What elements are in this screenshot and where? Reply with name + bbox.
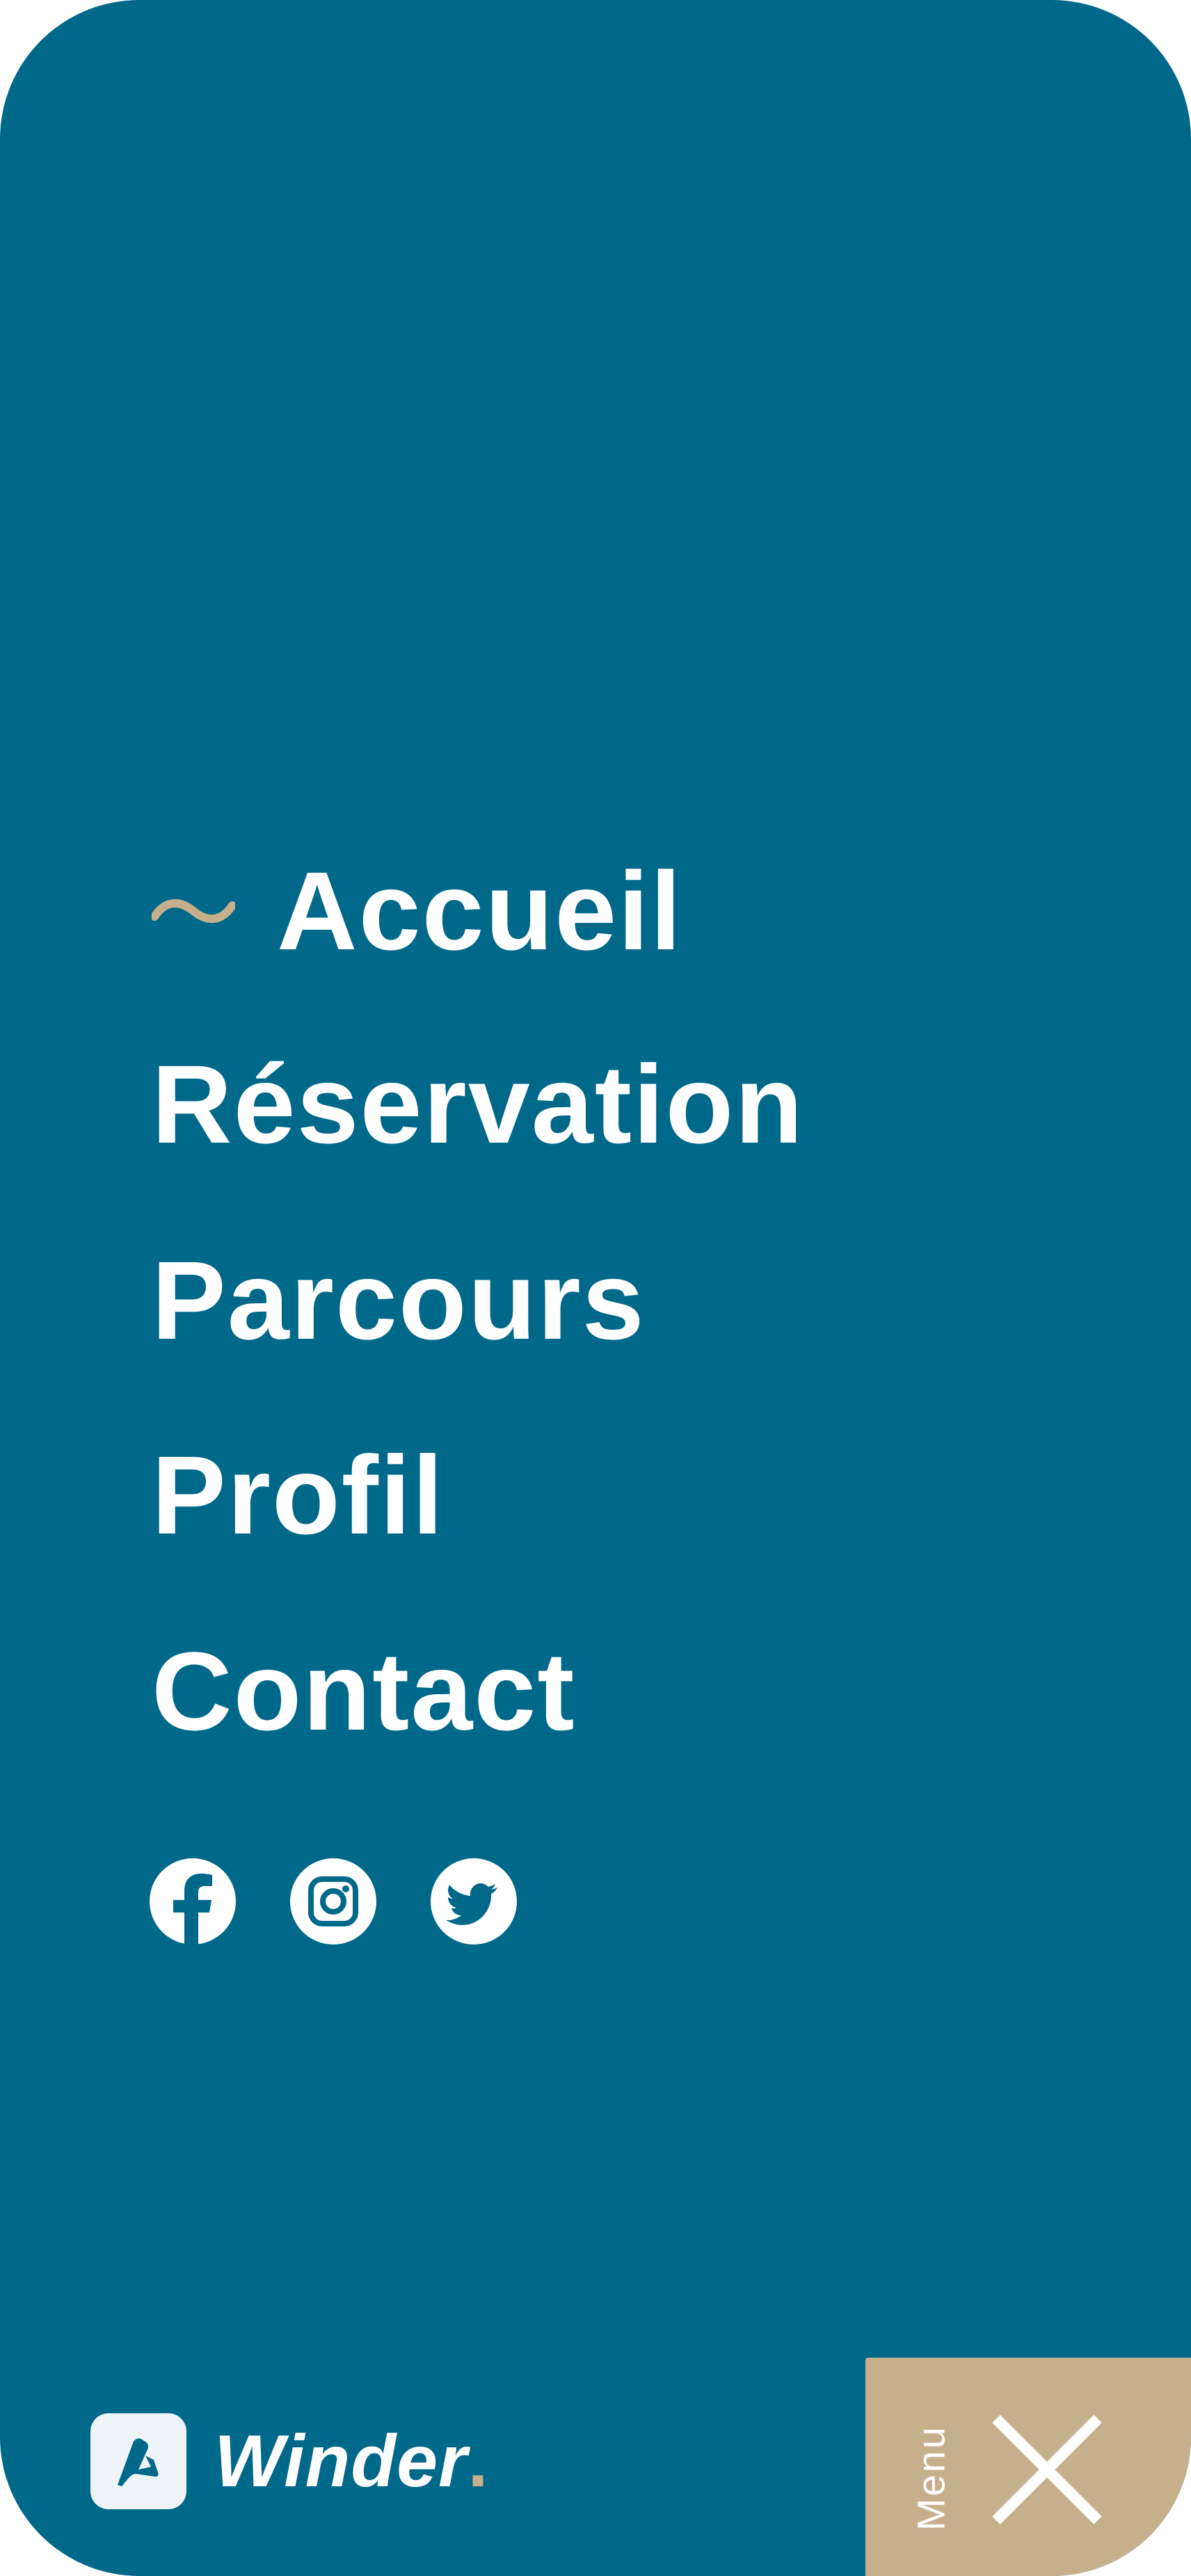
nav-item-label: Contact [152, 1629, 576, 1753]
active-wave-icon [152, 899, 235, 924]
nav-item-label: Réservation [152, 1042, 804, 1166]
instagram-icon[interactable] [290, 1858, 376, 1945]
nav-item-parcours[interactable]: Parcours [152, 1245, 646, 1356]
menu-screen: Accueil Réservation Parcours Profil Cont… [0, 0, 1191, 2576]
menu-label: Menu [909, 2424, 953, 2531]
nav-item-label: Accueil [277, 848, 683, 973]
nav-item-label: Profil [152, 1433, 445, 1557]
social-links [150, 1858, 517, 1945]
brand-logo[interactable]: Winder. [90, 2413, 489, 2509]
nav-item-profil[interactable]: Profil [152, 1440, 445, 1551]
nav-item-contact[interactable]: Contact [152, 1636, 576, 1747]
nav-item-label: Parcours [152, 1238, 646, 1362]
close-icon[interactable] [991, 2413, 1103, 2526]
nav-item-accueil[interactable]: Accueil [152, 855, 682, 967]
logo-icon [90, 2413, 186, 2509]
brand-name: Winder. [214, 2420, 489, 2502]
twitter-icon[interactable] [431, 1858, 517, 1945]
facebook-icon[interactable] [150, 1858, 236, 1945]
nav-item-reservation[interactable]: Réservation [152, 1049, 804, 1160]
